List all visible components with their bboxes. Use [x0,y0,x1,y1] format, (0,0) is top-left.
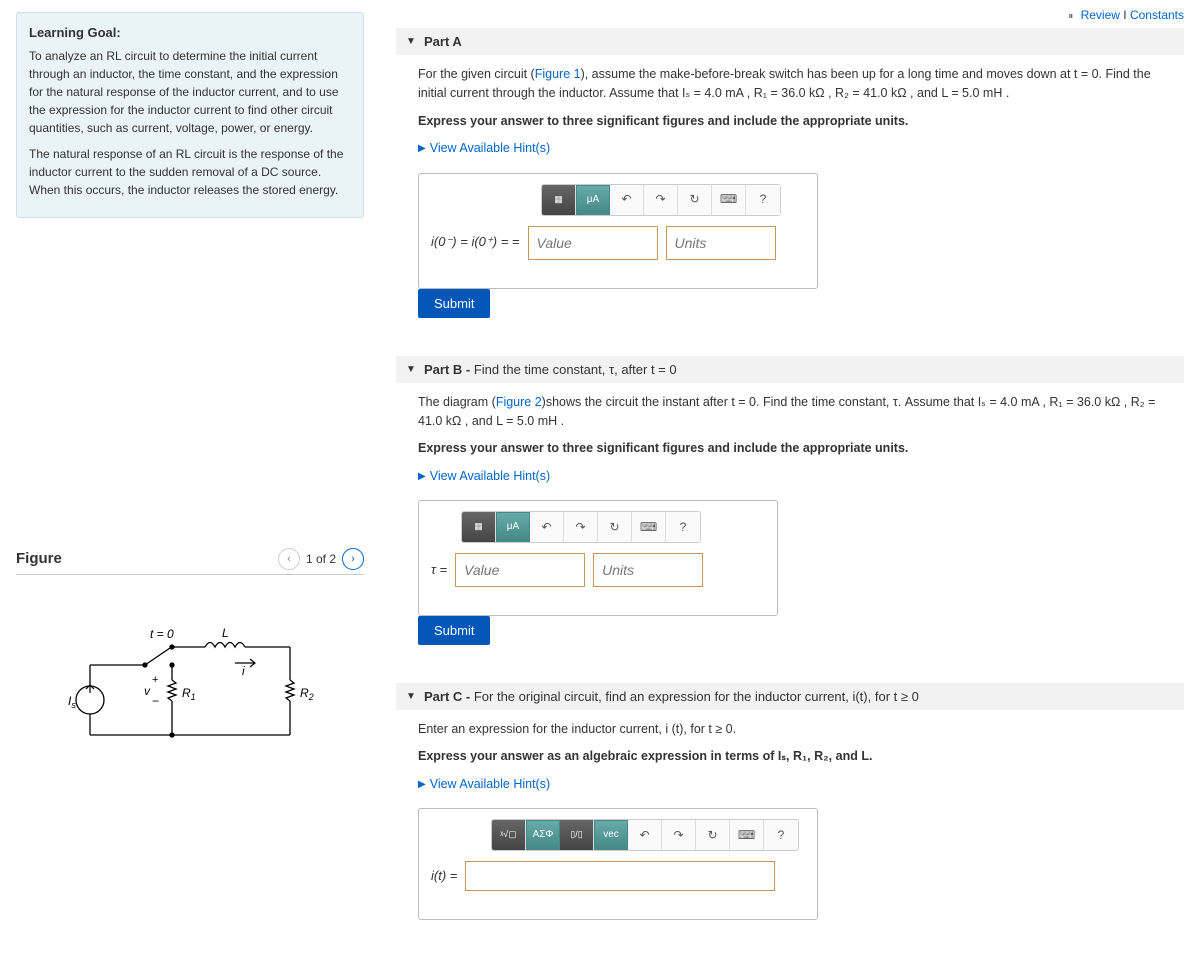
keyboard-button[interactable]: ⌨ [632,512,666,542]
figure-title: Figure [16,550,62,567]
part-c-header[interactable]: ▼ Part C - For the original circuit, fin… [396,683,1184,710]
part-c-toolbar: ᵡ√▢ ΑΣΦ ▯/▯ vec ↶ ↷ ↻ ⌨ ? [491,819,799,851]
circuit-figure: t = 0 L i Is + − v R1 R2 [16,625,364,758]
keyboard-button[interactable]: ⌨ [730,820,764,850]
part-b-value-input[interactable] [455,553,585,587]
figure-1-link[interactable]: Figure 1 [535,67,581,81]
part-c-hints-toggle[interactable]: View Available Hint(s) [418,775,1162,794]
help-button[interactable]: ? [746,185,780,215]
svg-text:R1: R1 [182,686,196,702]
caret-down-icon: ▼ [406,36,416,47]
part-a-answer-box: ▦ μA ↶ ↷ ↻ ⌨ ? i(0⁻) = i(0⁺) = = [418,173,818,289]
part-b-title: Part B - Find the time constant, τ, afte… [424,362,677,377]
part-b-header[interactable]: ▼ Part B - Find the time constant, τ, af… [396,356,1184,383]
learning-goal-box: Learning Goal: To analyze an RL circuit … [16,12,364,218]
svg-text:t = 0: t = 0 [150,627,174,641]
part-b-hints-toggle[interactable]: View Available Hint(s) [418,467,1162,486]
vec-button[interactable]: vec [594,820,628,850]
templates-button[interactable]: ▦ [542,185,576,215]
part-a-submit-button[interactable]: Submit [418,289,490,318]
part-c-expression-input[interactable] [465,861,775,891]
svg-text:−: − [152,694,159,708]
help-button[interactable]: ? [666,512,700,542]
part-b-submit-button[interactable]: Submit [418,616,490,645]
part-a-toolbar: ▦ μA ↶ ↷ ↻ ⌨ ? [541,184,781,216]
part-b-text: The diagram (Figure 2)shows the circuit … [418,393,1162,432]
review-link[interactable]: Review [1081,8,1120,22]
svg-text:v: v [144,684,151,698]
svg-text:i: i [242,664,245,678]
templates-button[interactable]: ▦ [462,512,496,542]
reset-button[interactable]: ↻ [696,820,730,850]
help-button[interactable]: ? [764,820,798,850]
part-c-eq-label: i(t) = [431,866,457,886]
undo-button[interactable]: ↶ [530,512,564,542]
part-b-instr: Express your answer to three significant… [418,439,1162,458]
undo-button[interactable]: ↶ [610,185,644,215]
undo-button[interactable]: ↶ [628,820,662,850]
learning-goal-p1: To analyze an RL circuit to determine th… [29,47,351,137]
svg-text:Is: Is [68,694,76,710]
learning-goal-p2: The natural response of an RL circuit is… [29,145,351,199]
redo-button[interactable]: ↷ [662,820,696,850]
units-mu-button[interactable]: μA [496,512,530,542]
part-c-instr: Express your answer as an algebraic expr… [418,747,1162,766]
redo-button[interactable]: ↷ [564,512,598,542]
part-a-text: For the given circuit (Figure 1), assume… [418,65,1162,104]
top-links: Review I Constants [396,8,1184,28]
constants-link[interactable]: Constants [1130,8,1184,22]
part-b-units-input[interactable] [593,553,703,587]
part-a-value-input[interactable] [528,226,658,260]
fraction-button[interactable]: ▯/▯ [560,820,594,850]
part-c-answer-box: ᵡ√▢ ΑΣΦ ▯/▯ vec ↶ ↷ ↻ ⌨ ? i(t) = [418,808,818,920]
svg-text:R2: R2 [300,686,314,702]
figure-next-button[interactable]: › [342,548,364,570]
reset-button[interactable]: ↻ [678,185,712,215]
greek-button[interactable]: ΑΣΦ [526,820,560,850]
part-a-hints-toggle[interactable]: View Available Hint(s) [418,139,1162,158]
part-b-toolbar: ▦ μA ↶ ↷ ↻ ⌨ ? [461,511,701,543]
sqrt-button[interactable]: ᵡ√▢ [492,820,526,850]
caret-down-icon: ▼ [406,691,416,702]
part-b-eq-label: τ = [431,560,447,580]
figure-2-link[interactable]: Figure 2 [496,395,542,409]
figure-prev-button[interactable]: ‹ [278,548,300,570]
part-a-eq-label: i(0⁻) = i(0⁺) = = [431,232,520,252]
figure-pager: ‹ 1 of 2 › [278,548,364,570]
keyboard-button[interactable]: ⌨ [712,185,746,215]
reset-button[interactable]: ↻ [598,512,632,542]
part-c-title: Part C - For the original circuit, find … [424,689,919,704]
learning-goal-heading: Learning Goal: [29,23,351,43]
part-a-units-input[interactable] [666,226,776,260]
figure-pager-text: 1 of 2 [306,552,336,566]
part-a-instr: Express your answer to three significant… [418,112,1162,131]
part-c-text: Enter an expression for the inductor cur… [418,720,1162,739]
part-b-answer-box: ▦ μA ↶ ↷ ↻ ⌨ ? τ = [418,500,778,616]
caret-down-icon: ▼ [406,364,416,375]
part-a-title: Part A [424,34,462,49]
svg-text:+: + [152,674,158,686]
redo-button[interactable]: ↷ [644,185,678,215]
svg-text:L: L [222,626,229,640]
part-a-header[interactable]: ▼ Part A [396,28,1184,55]
units-mu-button[interactable]: μA [576,185,610,215]
